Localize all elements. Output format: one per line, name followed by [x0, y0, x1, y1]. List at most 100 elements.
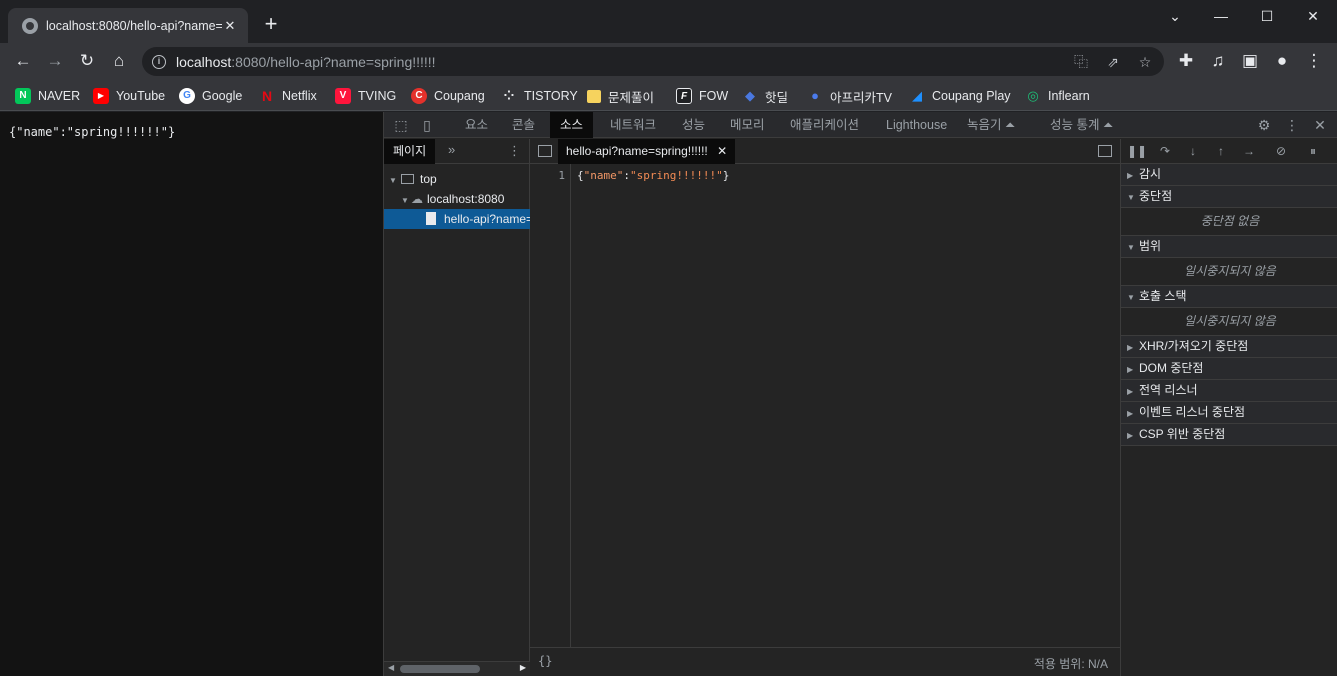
- bookmark-fow[interactable]: F FOW: [676, 85, 728, 107]
- device-toolbar-icon[interactable]: ▯: [418, 116, 436, 134]
- tistory-icon: ⁘: [503, 88, 515, 103]
- step-icon[interactable]: →: [1239, 142, 1259, 160]
- tab-close-icon[interactable]: ✕: [222, 18, 238, 34]
- browser-toolbar: ← → ↻ ⌂ i localhost:8080/hello-api?name=…: [0, 43, 1337, 80]
- bookmark-coupang[interactable]: C Coupang: [411, 85, 485, 107]
- home-icon[interactable]: ⌂: [107, 49, 131, 73]
- tab-strip: localhost:8080/hello-api?name= ✕ + ⌄ — ☐…: [0, 0, 1337, 43]
- json-response-text: {"name":"spring!!!!!!"}: [9, 125, 176, 139]
- pretty-print-button[interactable]: {}: [538, 654, 552, 668]
- tree-item-hello-api[interactable]: hello-api?name=spring!!!!!!: [384, 209, 530, 229]
- debugger-sidebar: ❚❚ ↷ ↓ ↑ → ⊘ ⏸ ▶ 감시 ▼ 중단점 중단점 없음 ▼ 범위 일시중지되…: [1120, 139, 1337, 676]
- tab-elements[interactable]: 요소: [455, 112, 498, 138]
- navigator-header: 페이지 » ⋮: [384, 139, 530, 164]
- sidepanel-icon[interactable]: ▣: [1238, 49, 1262, 73]
- toggle-navigator-icon[interactable]: [538, 145, 552, 157]
- maximize-button[interactable]: ☐: [1244, 4, 1290, 28]
- bookmark-hotdeal[interactable]: ◆ 핫딜: [742, 85, 788, 107]
- bookmark-netflix[interactable]: N Netflix: [259, 85, 317, 107]
- callstack-not-paused-message: 일시중지되지 않음: [1121, 308, 1337, 336]
- section-scope[interactable]: ▼ 범위: [1121, 236, 1337, 258]
- tab-recorder[interactable]: 녹음기 ⏶: [957, 112, 1025, 138]
- menu-icon[interactable]: ⋮: [1302, 49, 1326, 73]
- bookmark-afreecatv[interactable]: ● 아프리카TV: [807, 85, 892, 107]
- section-event-listener-breakpoints[interactable]: ▶ 이벤트 리스너 중단점: [1121, 402, 1337, 424]
- section-csp-breakpoints[interactable]: ▶ CSP 위반 중단점: [1121, 424, 1337, 446]
- reload-icon[interactable]: ↻: [75, 49, 99, 73]
- navigator-hscrollbar[interactable]: ◀ ▶: [384, 661, 530, 676]
- address-bar[interactable]: i localhost:8080/hello-api?name=spring!!…: [142, 47, 1164, 76]
- section-breakpoints[interactable]: ▼ 중단점: [1121, 186, 1337, 208]
- media-icon[interactable]: ♫: [1206, 49, 1230, 73]
- bookmark-naver[interactable]: N NAVER: [15, 85, 80, 107]
- site-info-icon[interactable]: i: [152, 54, 166, 69]
- scroll-left-icon[interactable]: ◀: [388, 663, 394, 672]
- coupang-icon: C: [411, 88, 427, 104]
- bookmark-tistory[interactable]: ⁘ TISTORY: [501, 85, 578, 107]
- globe-icon: [22, 17, 38, 34]
- star-icon[interactable]: ☆: [1134, 51, 1156, 73]
- step-over-icon[interactable]: ↷: [1155, 142, 1175, 160]
- tab-sources[interactable]: 소스: [550, 112, 594, 138]
- fow-icon: F: [676, 88, 692, 104]
- more-options-icon[interactable]: ⋮: [1283, 116, 1301, 134]
- bookmark-coupang-play[interactable]: ◢ Coupang Play: [909, 85, 1011, 107]
- settings-gear-icon[interactable]: ⚙: [1255, 116, 1273, 134]
- tab-application[interactable]: 애플리케이션: [780, 112, 869, 138]
- bookmark-youtube[interactable]: ▶ YouTube: [93, 85, 165, 107]
- more-tabs-icon[interactable]: »: [448, 142, 455, 157]
- tab-page[interactable]: 페이지: [384, 139, 436, 164]
- bookmark-inflearn[interactable]: ◎ Inflearn: [1025, 85, 1089, 107]
- section-xhr-breakpoints[interactable]: ▶ XHR/가져오기 중단점: [1121, 336, 1337, 358]
- forward-icon[interactable]: →: [43, 49, 67, 73]
- bookmark-google[interactable]: G Google: [179, 85, 242, 107]
- bookmark-tving[interactable]: V TVING: [335, 85, 396, 107]
- tab-memory[interactable]: 메모리: [720, 112, 775, 138]
- tree-item-top[interactable]: ▼ top: [384, 169, 530, 189]
- tab-network[interactable]: 네트워크: [600, 112, 666, 138]
- window-close-button[interactable]: ✕: [1290, 4, 1336, 28]
- pause-icon[interactable]: ❚❚: [1127, 142, 1147, 160]
- close-file-icon[interactable]: ✕: [717, 144, 727, 158]
- share-icon[interactable]: ⇗: [1102, 51, 1124, 73]
- expand-triangle-icon: ▼: [401, 196, 409, 205]
- tab-performance[interactable]: 성능: [672, 112, 715, 138]
- back-icon[interactable]: ←: [11, 49, 35, 73]
- no-breakpoints-message: 중단점 없음: [1121, 208, 1337, 236]
- deactivate-breakpoints-icon[interactable]: ⊘: [1271, 142, 1291, 160]
- line-gutter: 1: [530, 164, 571, 647]
- section-dom-breakpoints[interactable]: ▶ DOM 중단점: [1121, 358, 1337, 380]
- minimize-button[interactable]: —: [1198, 4, 1244, 28]
- new-tab-button[interactable]: +: [259, 13, 283, 37]
- section-global-listeners[interactable]: ▶ 전역 리스너: [1121, 380, 1337, 402]
- tab-title: localhost:8080/hello-api?name=: [46, 18, 222, 33]
- section-call-stack[interactable]: ▼ 호출 스택: [1121, 286, 1337, 308]
- tab-search-button[interactable]: ⌄: [1152, 4, 1198, 28]
- code-line[interactable]: {"name":"spring!!!!!!"}: [577, 169, 729, 182]
- inspect-element-icon[interactable]: ⬚: [392, 116, 410, 134]
- section-watch[interactable]: ▶ 감시: [1121, 164, 1337, 186]
- profile-icon[interactable]: ●: [1270, 49, 1294, 73]
- bookmark-folder-problems[interactable]: 문제풀이: [587, 85, 654, 107]
- sources-navigator: 페이지 » ⋮ ▼ top ▼ ☁ localhost:8080 hello-api?…: [384, 139, 530, 676]
- scroll-right-icon[interactable]: ▶: [520, 663, 526, 672]
- tab-performance-insights[interactable]: 성능 통계 ⏶: [1040, 112, 1123, 138]
- close-devtools-icon[interactable]: ✕: [1311, 116, 1329, 134]
- navigator-menu-icon[interactable]: ⋮: [508, 143, 521, 159]
- line-number[interactable]: 1: [558, 169, 565, 182]
- step-into-icon[interactable]: ↓: [1183, 142, 1203, 160]
- editor-file-tab[interactable]: hello-api?name=spring!!!!!! ✕: [558, 139, 736, 164]
- address-url[interactable]: localhost:8080/hello-api?name=spring!!!!…: [176, 54, 436, 70]
- pause-on-exceptions-icon[interactable]: ⏸: [1303, 142, 1323, 160]
- tab-console[interactable]: 콘솔: [502, 112, 545, 138]
- extensions-icon[interactable]: ✚: [1174, 49, 1198, 73]
- inflearn-icon: ◎: [1027, 88, 1039, 103]
- scrollbar-thumb[interactable]: [400, 665, 480, 673]
- scope-not-paused-message: 일시중지되지 않음: [1121, 258, 1337, 286]
- browser-tab-active[interactable]: localhost:8080/hello-api?name= ✕: [8, 8, 248, 43]
- tree-item-localhost[interactable]: ▼ ☁ localhost:8080: [384, 189, 530, 209]
- tab-lighthouse[interactable]: Lighthouse: [876, 112, 957, 138]
- toggle-debugger-icon[interactable]: [1098, 145, 1112, 157]
- step-out-icon[interactable]: ↑: [1211, 142, 1231, 160]
- translate-icon[interactable]: ⿻: [1070, 51, 1092, 73]
